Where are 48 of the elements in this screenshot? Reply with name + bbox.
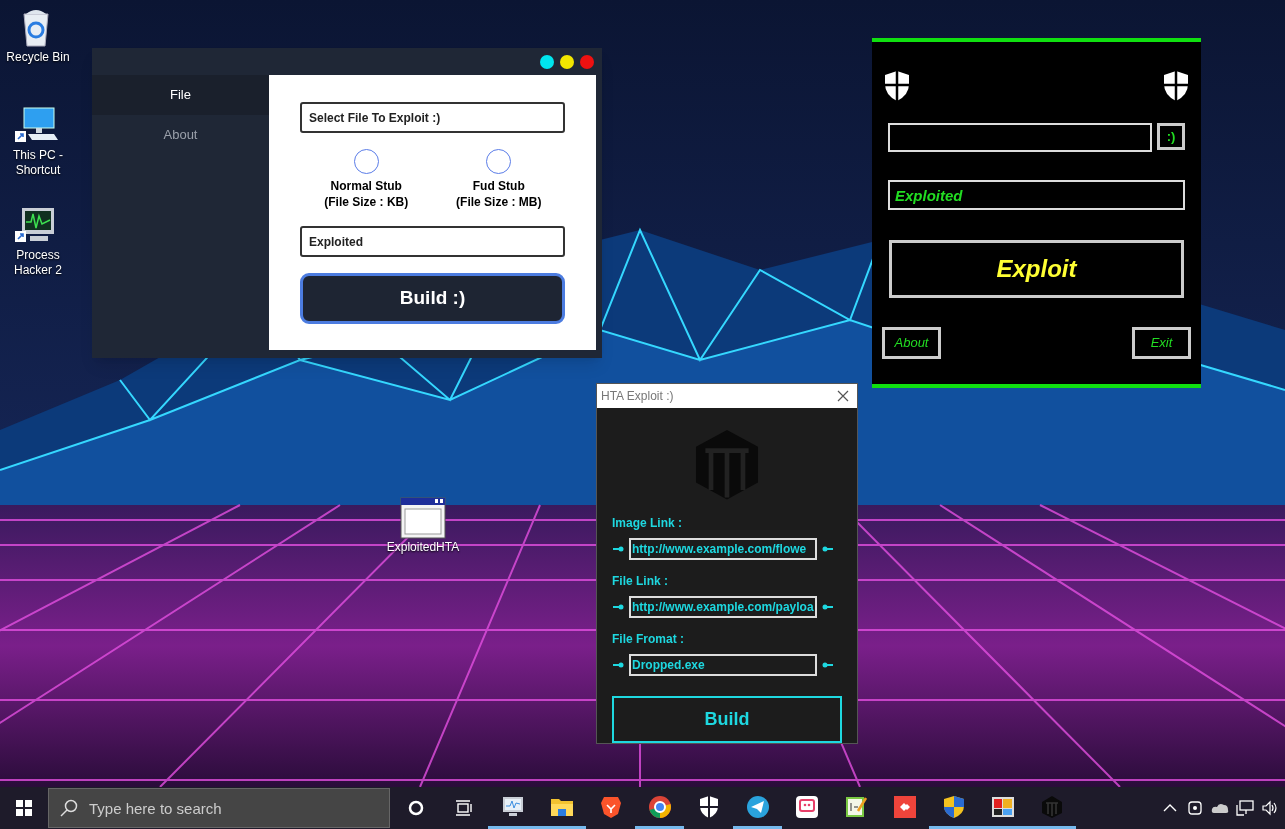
paper-plane-icon (745, 794, 770, 819)
camera-icon[interactable] (1186, 799, 1204, 817)
field-label: File Fromat : (612, 630, 685, 648)
build-button[interactable]: Build :) (300, 273, 565, 324)
about-button[interactable]: About (882, 327, 941, 359)
name-field[interactable]: Exploited (888, 180, 1185, 210)
notepad-pen-icon (843, 794, 868, 819)
path-field[interactable] (888, 123, 1152, 152)
radio-label: (File Size : MB) (456, 194, 542, 210)
search-field[interactable]: Type here to search (48, 788, 390, 828)
exploit-button[interactable]: Exploit (889, 240, 1184, 298)
app-window-icon (399, 496, 447, 540)
file-field[interactable]: Select File To Exploit :) (300, 102, 565, 133)
link-field[interactable]: http://www.example.com/payloa (629, 595, 817, 618)
search-icon (60, 799, 78, 817)
sidebar-item[interactable]: About (92, 115, 269, 155)
desktop-icon-label[interactable]: ExploitedHTA (386, 540, 460, 555)
link-field[interactable]: Dropped.exe (629, 653, 817, 676)
chrome-icon (647, 794, 672, 819)
sidebar-item[interactable]: File (92, 75, 269, 115)
hexagon-logo-icon (1039, 794, 1064, 819)
build-button[interactable]: Build (612, 695, 842, 743)
task-view-icon (455, 800, 473, 816)
shield-icon (1162, 70, 1190, 102)
windows-logo-icon (16, 800, 32, 816)
diamond-arrows-icon (892, 794, 917, 819)
close-icon[interactable] (837, 390, 849, 403)
radio-label: Normal Stub (330, 178, 402, 194)
desktop-icon-label[interactable]: This PC - Shortcut (4, 148, 72, 178)
radio-label: (File Size : KB) (324, 194, 409, 210)
name-field[interactable]: Exploited (300, 226, 565, 257)
browse-button[interactable]: :) (1157, 123, 1185, 150)
window-title: HTA Exploit :) (601, 388, 674, 406)
shield-icon (883, 70, 911, 102)
color-tiles-icon (990, 794, 1015, 819)
exit-button[interactable]: Exit (1132, 327, 1191, 359)
desktop-icon-label[interactable]: Process Hacker 2 (4, 248, 72, 278)
security-shield-icon (941, 794, 966, 819)
monitor-graph-icon (500, 794, 525, 819)
chat-bubble-icon (794, 794, 819, 819)
radio-label: Fud Stub (472, 178, 525, 194)
network-icon[interactable] (1236, 799, 1254, 817)
field-label: File Link : (612, 572, 669, 590)
speaker-icon[interactable] (1261, 799, 1279, 817)
circle-icon (408, 800, 424, 816)
desktop-icon-label[interactable]: Recycle Bin (6, 50, 70, 65)
link-field[interactable]: http://www.example.com/flowe (629, 537, 817, 560)
field-label: Image Link : (612, 514, 683, 532)
